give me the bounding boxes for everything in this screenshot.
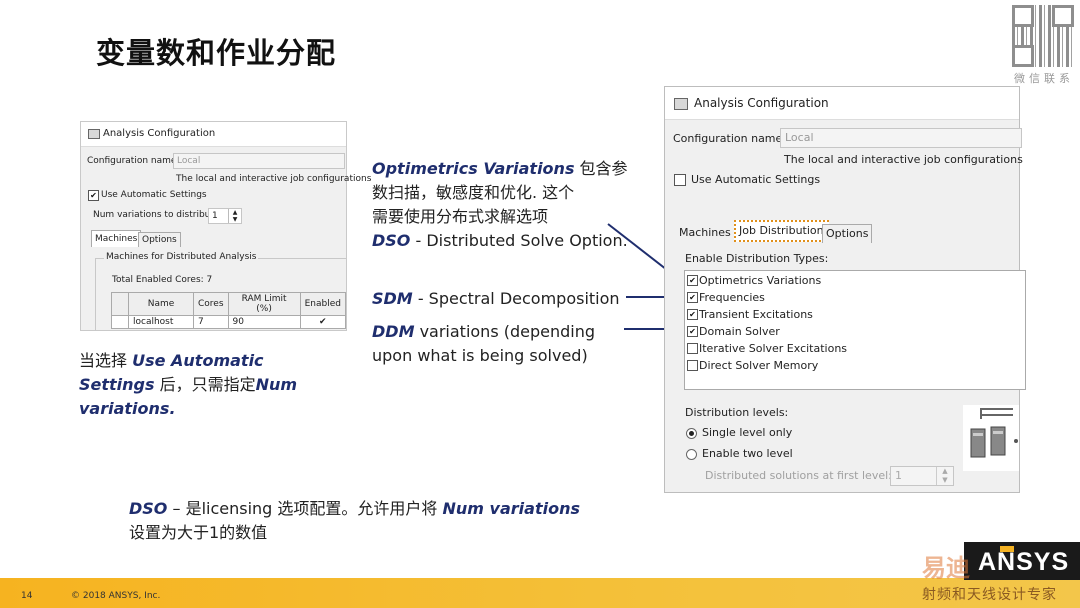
distribution-levels-label: Distribution levels: xyxy=(685,406,789,419)
frequencies-checkbox[interactable]: ✔ xyxy=(687,292,698,303)
direct-solver-memory-checkbox[interactable] xyxy=(687,360,698,371)
first-level-label: Distributed solutions at first level: xyxy=(705,469,892,482)
ansys-logo: ANSYS xyxy=(964,542,1080,580)
two-level-label: Enable two level xyxy=(702,447,793,460)
spinner-arrows-icon[interactable]: ▲ ▼ xyxy=(936,467,953,485)
tab-options[interactable]: Options xyxy=(822,224,873,243)
analysis-config-dialog-large: Analysis Configuration Configuration nam… xyxy=(664,86,1026,493)
page-number: 14 xyxy=(21,591,33,601)
tab-machines[interactable]: Machines xyxy=(676,224,734,242)
dialog-app-icon xyxy=(674,98,688,110)
enable-types-label: Enable Distribution Types: xyxy=(685,252,829,265)
servers-icon xyxy=(970,408,1018,458)
domain-solver-checkbox[interactable]: ✔ xyxy=(687,326,698,337)
dialog-title: Analysis Configuration xyxy=(694,96,829,110)
ansys-logo-text: ANSYS xyxy=(978,548,1070,576)
watermark-text: 射频和天线设计专家 xyxy=(922,587,1057,603)
distribution-types-list: ✔ Optimetrics Variations ✔ Frequencies ✔… xyxy=(684,270,1026,390)
copyright: © 2018 ANSYS, Inc. xyxy=(71,591,161,601)
two-level-radio[interactable] xyxy=(686,449,697,460)
iterative-solver-checkbox[interactable] xyxy=(687,343,698,354)
config-name-input[interactable]: Local xyxy=(780,128,1022,148)
transient-excitations-checkbox[interactable]: ✔ xyxy=(687,309,698,320)
config-name-label: Configuration name: xyxy=(673,132,786,145)
tab-job-distribution[interactable]: Job Distribution xyxy=(734,220,829,242)
optimetrics-checkbox[interactable]: ✔ xyxy=(687,275,698,286)
use-automatic-settings-label: Use Automatic Settings xyxy=(691,173,821,186)
dialog-titlebar: Analysis Configuration xyxy=(665,87,1019,120)
dso-licensing-note: DSO – 是licensing 选项配置。允许用户将 Num variatio… xyxy=(129,499,580,542)
use-automatic-settings-checkbox[interactable] xyxy=(674,174,686,186)
first-level-spinner[interactable]: 1 ▲ ▼ xyxy=(890,466,954,486)
servers-illustration xyxy=(963,405,1019,471)
single-level-label: Single level only xyxy=(702,426,793,439)
watermark-logo-text: 易迪 xyxy=(922,554,970,582)
ansys-logo-accent xyxy=(1000,546,1014,552)
config-description: The local and interactive job configurat… xyxy=(784,153,1023,166)
single-level-radio[interactable] xyxy=(686,428,697,439)
footer-bar xyxy=(0,578,1080,608)
